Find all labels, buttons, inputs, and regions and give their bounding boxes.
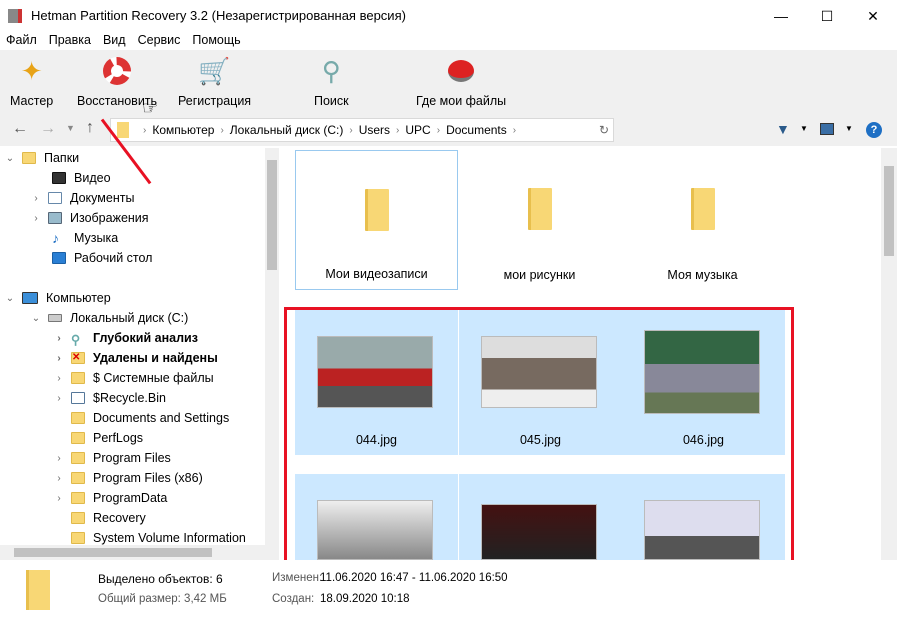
tree-item-deleted-found[interactable]: › ✕ Удалены и найдены — [53, 348, 217, 368]
document-icon — [48, 192, 62, 204]
folder-item[interactable]: Мои видеозаписи — [295, 150, 458, 290]
folder-icon — [71, 532, 85, 544]
view-icon[interactable] — [820, 123, 834, 135]
folder-icon — [527, 188, 552, 230]
folder-icon — [71, 412, 85, 424]
tree-vertical-scrollbar[interactable] — [265, 148, 279, 545]
modified-value: 11.06.2020 16:47 - 11.06.2020 16:50 — [320, 572, 508, 584]
address-bar[interactable]: › Компьютер › Локальный диск (C:) › Users ›… — [110, 118, 614, 142]
tree-item-folders[interactable]: ⌄ Папки — [4, 148, 79, 168]
tree-item-deep-analysis[interactable]: › ⚲ Глубокий анализ — [53, 328, 198, 348]
filter-dropdown-icon[interactable]: ▼ — [800, 124, 808, 133]
register-button[interactable]: 🛒 Регистрация — [178, 54, 251, 112]
deleted-folder-icon: ✕ — [71, 352, 85, 364]
tree-item[interactable]: › Program Files (x86) — [53, 468, 202, 488]
wizard-button[interactable]: ✦ Мастер — [10, 54, 53, 112]
magnifier-icon: ⚲ — [321, 55, 341, 86]
menu-edit[interactable]: Правка — [43, 32, 97, 50]
forward-icon[interactable]: → — [40, 120, 56, 138]
crumb[interactable]: Documents — [446, 123, 507, 137]
magnifier-icon: ⚲ — [71, 333, 81, 347]
tree-item-local-disk[interactable]: ⌄ Локальный диск (C:) — [30, 308, 189, 328]
folder-icon — [71, 512, 85, 524]
menu-help[interactable]: Помощь — [186, 32, 246, 50]
cart-icon: 🛒 — [198, 55, 231, 86]
computer-icon — [22, 292, 38, 304]
folder-icon — [71, 432, 85, 444]
magic-wand-icon: ✦ — [20, 55, 43, 86]
folder-icon — [71, 372, 85, 384]
menu-service[interactable]: Сервис — [132, 32, 187, 50]
tree-item[interactable]: › ProgramData — [53, 488, 167, 508]
folder-icon — [117, 122, 129, 138]
tree-item-documents[interactable]: › Документы — [30, 188, 134, 208]
menu-file[interactable]: Файл — [0, 32, 43, 50]
tree-item-video[interactable]: Видео — [46, 168, 111, 188]
modified-label: Изменен: — [272, 572, 323, 584]
tree-item-images[interactable]: › Изображения — [30, 208, 148, 228]
filter-icon[interactable]: ▼ — [776, 121, 790, 137]
crumb[interactable]: Users — [359, 123, 390, 137]
history-dropdown-icon[interactable]: ▼ — [66, 123, 75, 133]
maximize-button[interactable]: ☐ — [804, 0, 850, 32]
music-icon: ♪ — [52, 230, 59, 246]
folder-icon — [71, 472, 85, 484]
grid-vertical-scrollbar[interactable] — [881, 148, 897, 560]
selected-count: Выделено объектов: 6 — [98, 572, 223, 586]
search-button[interactable]: ⚲ Поиск — [314, 54, 349, 112]
tree-item[interactable]: PerfLogs — [65, 428, 143, 448]
total-size: Общий размер: 3,42 МБ — [98, 593, 227, 605]
up-icon[interactable]: ↑ — [86, 119, 94, 137]
image-icon — [48, 212, 62, 224]
created-label: Создан: — [272, 593, 315, 605]
close-button[interactable]: ✕ — [850, 0, 896, 32]
crumb[interactable]: UPC — [405, 123, 430, 137]
selection-highlight-box — [284, 307, 794, 569]
toolbar: ✦ Мастер Восстановить 🛒 Регистрация ⚲ Поиск… — [0, 50, 897, 114]
folder-icon — [71, 452, 85, 464]
recycle-bin-icon — [71, 392, 85, 404]
folder-item[interactable]: мои рисунки — [458, 150, 621, 290]
menu-view[interactable]: Вид — [97, 32, 132, 50]
folder-icon — [364, 189, 389, 231]
folder-icon — [26, 570, 50, 610]
lifebuoy-icon — [100, 54, 134, 88]
tree-item[interactable]: › Program Files — [53, 448, 170, 468]
tree-item-music[interactable]: ♪ Музыка — [46, 228, 118, 248]
created-value: 18.09.2020 10:18 — [320, 593, 410, 605]
navigation-bar: ← → ▼ ↑ › Компьютер › Локальный диск (C:) … — [0, 114, 897, 146]
help-icon[interactable]: ? — [866, 122, 882, 138]
tree-item[interactable]: Documents and Settings — [65, 408, 229, 428]
menu-bar: Файл Правка Вид Сервис Помощь — [0, 32, 897, 50]
desktop-icon — [52, 252, 66, 264]
back-icon[interactable]: ← — [12, 120, 28, 138]
hand-cursor-icon: ☞ — [142, 98, 159, 118]
window-title: Hetman Partition Recovery 3.2 (Незарегис… — [31, 8, 406, 23]
film-icon — [52, 172, 66, 184]
where-my-files-button[interactable]: Где мои файлы — [416, 54, 506, 112]
status-bar: Выделено объектов: 6 Общий размер: 3,42 … — [0, 560, 897, 618]
crumb[interactable]: Локальный диск (C:) — [230, 123, 344, 137]
tree-item[interactable]: › $Recycle.Bin — [53, 388, 166, 408]
minimize-button[interactable]: — — [758, 0, 804, 32]
app-icon — [8, 9, 22, 23]
folder-tree: ⌄ Папки Видео › Документы › Изображения ♪ Му… — [0, 148, 265, 545]
disk-icon — [48, 314, 62, 322]
help-button-icon — [444, 54, 478, 88]
tree-item[interactable]: System Volume Information — [65, 528, 246, 545]
crumb[interactable]: Компьютер — [152, 123, 214, 137]
tree-horizontal-scrollbar[interactable] — [0, 545, 279, 560]
tree-item[interactable]: Recovery — [65, 508, 146, 528]
folder-icon — [690, 188, 715, 230]
folder-icon — [71, 492, 85, 504]
title-bar: Hetman Partition Recovery 3.2 (Незарегис… — [0, 0, 897, 32]
tree-item-desktop[interactable]: Рабочий стол — [46, 248, 152, 268]
refresh-icon[interactable]: ↻ — [599, 123, 609, 137]
folder-item[interactable]: Моя музыка — [621, 150, 784, 290]
tree-item-computer[interactable]: ⌄ Компьютер — [4, 288, 111, 308]
view-dropdown-icon[interactable]: ▼ — [845, 124, 853, 133]
tree-item[interactable]: › $ Системные файлы — [53, 368, 213, 388]
